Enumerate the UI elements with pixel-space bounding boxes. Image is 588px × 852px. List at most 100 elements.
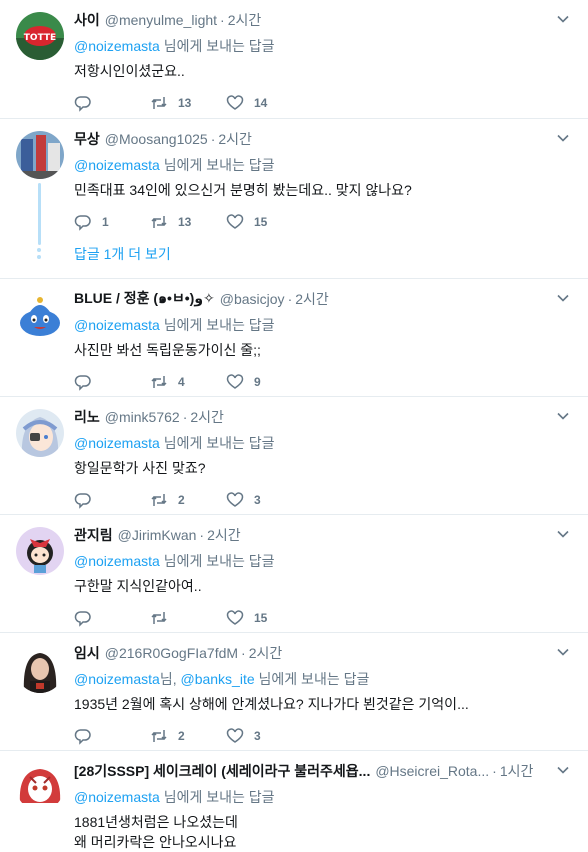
user-handle[interactable]: @mink5762 [105,409,180,425]
tweet[interactable]: [28기SSSP] 세이크레이 (세레이라구 불러주세욥... @Hseicre… [0,751,588,851]
retweet-icon [151,97,167,109]
retweet-count: 4 [178,375,185,389]
display-name[interactable]: 무상 [74,129,100,149]
reply-button[interactable] [74,609,150,627]
tweet-text: 1881년생처럼은 나오셨는데 왜 머리카락은 안나오시나요 [74,812,572,852]
reply-suffix: 님에게 보내는 답글 [163,157,275,173]
chevron-down-icon[interactable] [556,131,574,149]
mention-link[interactable]: @noizemasta [74,553,160,569]
chevron-down-icon[interactable] [556,645,574,663]
timestamp[interactable]: 2시간 [228,10,262,30]
avatar[interactable] [16,409,64,457]
retweet-button[interactable]: 13 [150,94,226,112]
tweet[interactable]: 리노 @mink5762 · 2시간 @noizemasta 님에게 보내는 답… [0,397,588,515]
chevron-down-icon[interactable] [556,527,574,545]
tweet-actions: 2 3 [74,490,572,510]
user-handle[interactable]: @Hseicrei_Rota... [375,763,489,779]
mention-link[interactable]: @banks_ite [180,671,254,687]
user-handle[interactable]: @menyulme_light [105,12,217,28]
user-handle[interactable]: @216R0GogFIa7fdM [105,645,238,661]
mention-link[interactable]: @noizemasta [74,38,160,54]
mention-link[interactable]: @noizemasta [74,317,160,333]
chevron-down-icon[interactable] [556,409,574,427]
mention-link[interactable]: @noizemasta [74,435,160,451]
display-name[interactable]: [28기SSSP] 세이크레이 (세레이라구 불러주세욥... [74,761,370,781]
avatar[interactable]: TOTTE [16,12,64,60]
like-button[interactable]: 3 [226,491,302,509]
timestamp[interactable]: 1시간 [500,761,534,781]
like-button[interactable]: 3 [226,727,302,745]
show-more-replies-link[interactable]: 답글 1개 더 보기 [74,244,572,264]
timestamp[interactable]: 2시간 [295,289,329,309]
tweet[interactable]: TOTTE 사이 @menyulme_light · 2시간 @noizemas… [0,0,588,119]
tweet-text: 항일문학가 사진 맞죠? [74,460,206,476]
display-name[interactable]: BLUE / 정훈 (๑•ㅂ•)و✧ [74,289,215,309]
tweet[interactable]: 임시 @216R0GogFIa7fdM · 2시간 @noizemasta님, … [0,633,588,751]
tweet-actions: 15 [74,608,572,628]
timestamp[interactable]: 2시간 [218,129,252,149]
tweet[interactable]: 관지림 @JirimKwan · 2시간 @noizemasta 님에게 보내는… [0,515,588,633]
heart-icon [226,95,244,110]
reply-button[interactable] [74,373,150,391]
retweet-icon [151,216,167,228]
retweet-button[interactable] [150,609,226,627]
retweet-icon [151,494,167,506]
tweet[interactable]: BLUE / 정훈 (๑•ㅂ•)و✧ @basicjoy · 2시간 @noiz… [0,279,588,397]
like-button[interactable]: 15 [226,609,302,627]
like-button[interactable]: 15 [226,213,302,231]
heart-icon [226,610,244,625]
like-count: 3 [254,729,261,743]
avatar[interactable] [16,291,64,339]
thread-dots [37,248,41,262]
avatar[interactable] [16,645,64,693]
avatar[interactable] [16,763,64,811]
tweet-actions: 1 13 15 [74,212,572,232]
retweet-count: 13 [178,96,192,110]
user-handle[interactable]: @Moosang1025 [105,131,208,147]
retweet-count: 13 [178,215,192,229]
chevron-down-icon[interactable] [556,291,574,309]
tweet-actions: 13 14 [74,93,572,113]
reply-button[interactable]: 1 [74,213,150,231]
display-name[interactable]: 임시 [74,643,100,663]
tweet-actions: 4 9 [74,372,572,392]
user-handle[interactable]: @basicjoy [220,291,285,307]
thread-line [38,183,41,245]
reply-context: @noizemasta님, @banks_ite 님에게 보내는 답글 [74,669,572,687]
retweet-button[interactable]: 2 [150,727,226,745]
retweet-button[interactable]: 13 [150,213,226,231]
mention-link[interactable]: @noizemasta [74,671,160,687]
like-button[interactable]: 14 [226,94,302,112]
user-handle[interactable]: @JirimKwan [118,527,197,543]
reply-button[interactable] [74,94,150,112]
retweet-button[interactable]: 4 [150,373,226,391]
reply-icon [74,729,91,745]
retweet-icon [151,612,167,624]
separator-dot: · [492,763,497,779]
avatar[interactable] [16,131,64,179]
reply-count: 1 [102,215,109,229]
timestamp[interactable]: 2시간 [207,525,241,545]
tweet[interactable]: 무상 @Moosang1025 · 2시간 @noizemasta 님에게 보내… [0,119,588,279]
reply-icon [74,493,91,509]
tweet-text: 구한말 지식인같아여.. [74,578,202,594]
retweet-button[interactable]: 2 [150,491,226,509]
display-name[interactable]: 사이 [74,10,100,30]
reply-context: @noizemasta 님에게 보내는 답글 [74,36,572,54]
like-button[interactable]: 9 [226,373,302,391]
timestamp[interactable]: 2시간 [190,407,224,427]
chevron-down-icon[interactable] [556,12,574,30]
timestamp[interactable]: 2시간 [249,643,283,663]
mention-link[interactable]: @noizemasta [74,157,160,173]
tweet-text: 민족대표 34인에 있으신거 분명히 봤는데요.. 맞지 않나요? [74,182,412,198]
reply-icon [74,611,91,627]
display-name[interactable]: 관지림 [74,525,113,545]
like-count: 9 [254,375,261,389]
mention-link[interactable]: @noizemasta [74,789,160,805]
chevron-down-icon[interactable] [556,763,574,781]
reply-button[interactable] [74,491,150,509]
reply-button[interactable] [74,727,150,745]
avatar[interactable] [16,527,64,575]
separator-dot: · [241,645,246,661]
display-name[interactable]: 리노 [74,407,100,427]
